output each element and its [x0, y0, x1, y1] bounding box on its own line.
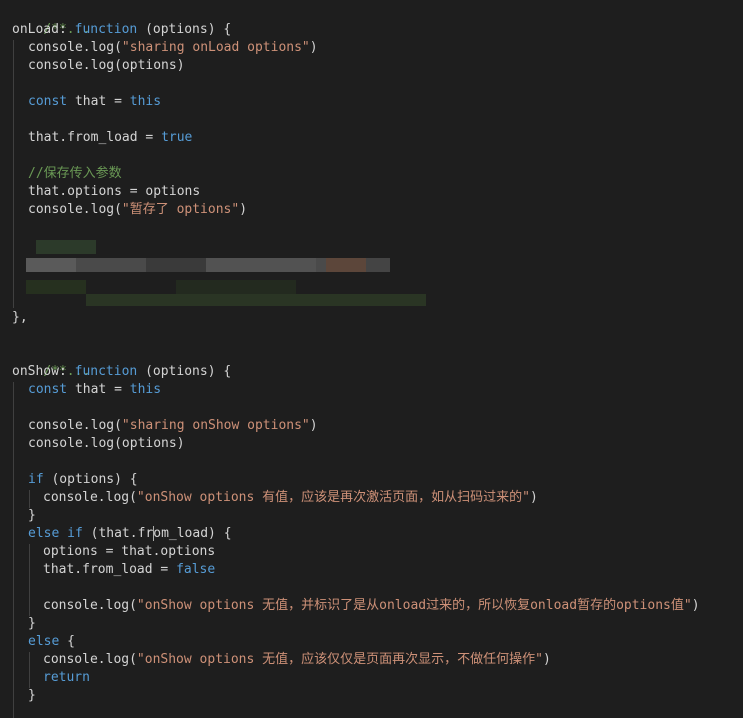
- method-name: onLoad: [12, 22, 59, 37]
- call: console.log(: [28, 418, 122, 433]
- keyword-this: this: [129, 94, 162, 109]
- call: console.log(: [28, 202, 122, 217]
- folded-doc-comment[interactable]: /**...: [12, 3, 90, 37]
- string-literal: "sharing onShow options": [121, 418, 310, 433]
- indent-guide: [29, 544, 30, 616]
- code-line: console.log(options): [28, 435, 185, 453]
- indent-guide: [29, 652, 30, 688]
- code-line: that.options = options: [28, 183, 200, 201]
- redaction-block: [26, 280, 86, 294]
- redaction-block: [206, 258, 316, 272]
- statement: that =: [67, 94, 130, 109]
- call: console.log(: [43, 652, 137, 667]
- redaction-block: [86, 294, 426, 306]
- redaction-block: [366, 258, 390, 272]
- keyword-const: const: [28, 94, 68, 109]
- code-line: onLoad: function (options) {: [12, 21, 231, 39]
- code-line: const that = this: [28, 381, 161, 399]
- code-line: },: [12, 309, 28, 327]
- keyword-if: if: [28, 472, 44, 487]
- code-line: }: [28, 687, 36, 705]
- string-literal: "sharing onLoad options": [121, 40, 310, 55]
- block-close: }: [28, 508, 36, 523]
- indent-guide: [29, 490, 30, 508]
- condition: (options) {: [43, 472, 138, 487]
- block-close: }: [28, 616, 36, 631]
- params: (options) {: [137, 364, 232, 379]
- code-line: console.log("onShow options 无值，并标识了是从onl…: [43, 597, 700, 615]
- paren: ): [691, 598, 700, 613]
- keyword-else: else: [28, 526, 60, 541]
- keyword-else: else: [28, 634, 60, 649]
- line-comment: //保存传入参数: [28, 166, 122, 181]
- call: console.log(: [28, 40, 122, 55]
- condition: (that.fr: [82, 526, 154, 541]
- code-line: else {: [28, 633, 75, 651]
- keyword-this: this: [129, 382, 162, 397]
- statement: that.from_load =: [28, 130, 162, 145]
- code-line: options = that.options: [43, 543, 215, 561]
- statement: console.log(options): [28, 436, 185, 451]
- keyword-if: if: [67, 526, 83, 541]
- code-line: console.log("onShow options 有值，应该是再次激活页面…: [43, 489, 538, 507]
- call: console.log(: [43, 598, 137, 613]
- method-name: onShow: [12, 364, 59, 379]
- redaction-block: [176, 280, 296, 294]
- indent-guide: [13, 40, 14, 308]
- call: console.log(: [43, 490, 137, 505]
- code-line: }: [28, 615, 36, 633]
- redaction-block: [76, 258, 146, 272]
- paren: ): [542, 652, 551, 667]
- code-line: that.from_load = false: [43, 561, 215, 579]
- colon: :: [58, 22, 75, 37]
- params: (options) {: [137, 22, 232, 37]
- code-line: that.from_load = true: [28, 129, 192, 147]
- string-literal: "onShow options 有值，应该是再次激活页面，如从扫码过来的": [136, 490, 530, 505]
- code-line: console.log("sharing onShow options"): [28, 417, 318, 435]
- statement: options = that.options: [43, 544, 216, 559]
- folded-doc-comment[interactable]: /**...: [12, 345, 90, 379]
- code-line: const that = this: [28, 93, 161, 111]
- code-line: if (options) {: [28, 471, 138, 489]
- code-line: return: [43, 669, 90, 687]
- code-editor[interactable]: /**... onLoad: function (options) { cons…: [0, 0, 743, 718]
- redaction-block: [36, 240, 96, 254]
- colon: :: [58, 364, 75, 379]
- keyword-true: true: [161, 130, 193, 145]
- code-line: console.log(options): [28, 57, 185, 75]
- indent-guide: [13, 382, 14, 718]
- code-line: console.log("onShow options 无值，应该仅仅是页面再次…: [43, 651, 551, 669]
- string-literal: "onShow options 无值，并标识了是从onload过来的，所以恢复o…: [136, 598, 692, 613]
- statement: that =: [67, 382, 130, 397]
- redaction-block: [326, 258, 366, 272]
- redaction-block: [146, 258, 206, 272]
- paren: ): [309, 40, 318, 55]
- block-close: }: [28, 688, 36, 703]
- statement: console.log(options): [28, 58, 185, 73]
- keyword-function: function: [74, 22, 138, 37]
- paren: ): [309, 418, 318, 433]
- paren: ): [239, 202, 248, 217]
- code-line: //保存传入参数: [28, 165, 122, 183]
- code-line: onShow: function (options) {: [12, 363, 231, 381]
- code-line: else if (that.from_load) {: [28, 525, 232, 543]
- paren: ): [529, 490, 538, 505]
- keyword-function: function: [74, 364, 138, 379]
- code-line: console.log("暂存了 options"): [28, 201, 247, 219]
- statement: that.options = options: [28, 184, 201, 199]
- code-line: console.log("sharing onLoad options"): [28, 39, 318, 57]
- redacted-code-region: [26, 236, 426, 308]
- redaction-block: [26, 258, 76, 272]
- condition: om_load) {: [153, 526, 232, 541]
- block-open: {: [59, 634, 75, 649]
- string-literal: "onShow options 无值，应该仅仅是页面再次显示，不做任何操作": [136, 652, 543, 667]
- block-close: },: [12, 310, 28, 325]
- keyword-const: const: [28, 382, 68, 397]
- statement: that.from_load =: [43, 562, 177, 577]
- code-line: }: [28, 507, 36, 525]
- keyword-false: false: [176, 562, 216, 577]
- string-literal: "暂存了 options": [121, 202, 240, 217]
- keyword-return: return: [43, 670, 90, 685]
